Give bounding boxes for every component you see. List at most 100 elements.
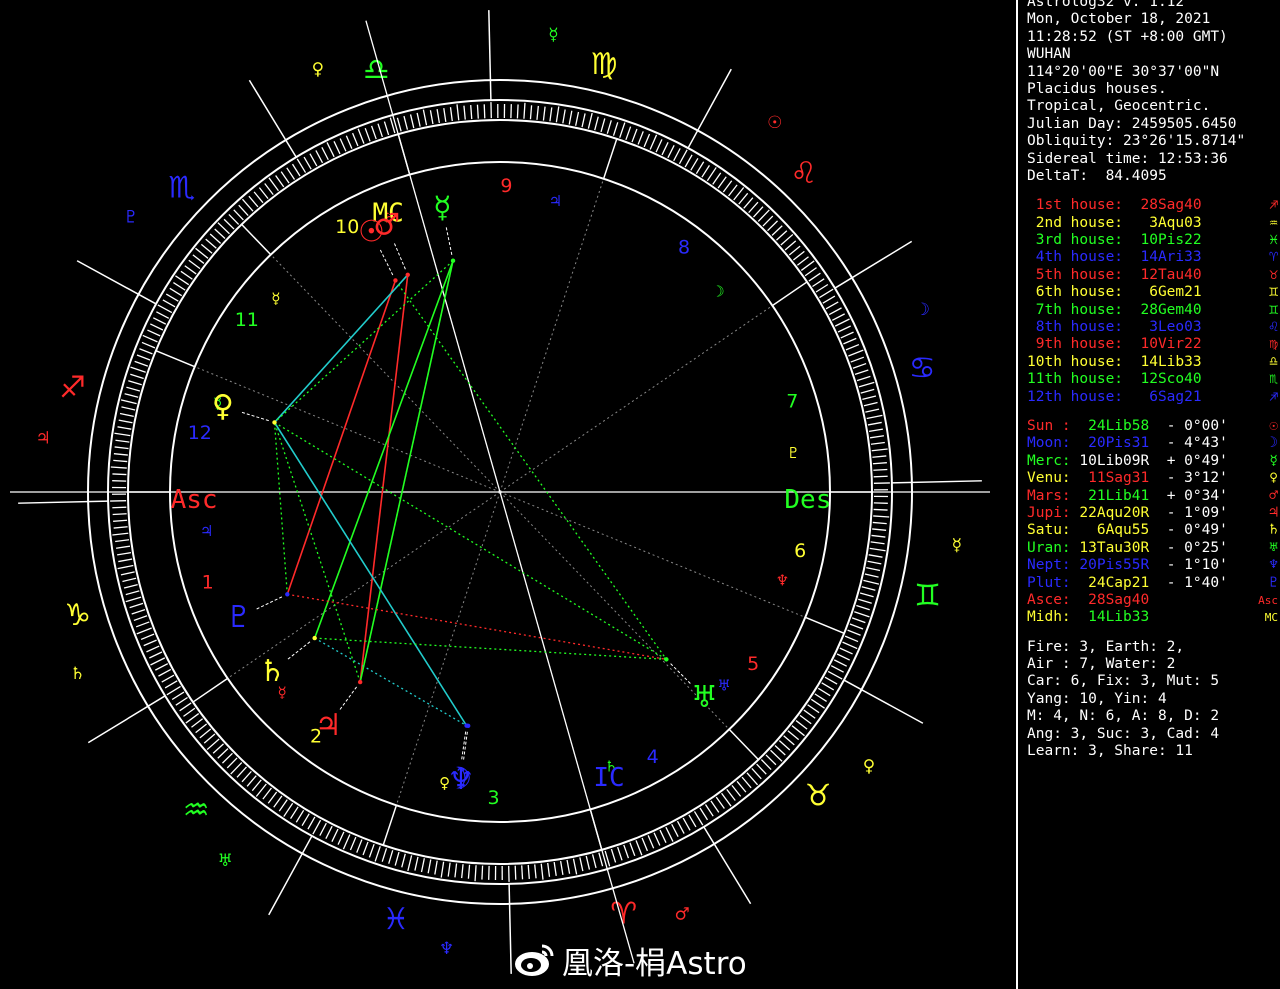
degree-tick xyxy=(113,519,128,522)
degree-tick xyxy=(230,762,243,775)
house-label: 2nd house: xyxy=(1027,214,1124,231)
degree-tick xyxy=(166,685,181,696)
degree-tick xyxy=(449,107,453,122)
sign-ruler-icon: ♀ xyxy=(863,757,875,777)
stats-line: Yang: 10, Yin: 4 xyxy=(1027,690,1167,707)
degree-tick xyxy=(262,787,272,800)
house-row: 7th house: 28Gem40 ♊ xyxy=(1027,302,1280,319)
degree-tick xyxy=(833,659,848,667)
house-sublord-icon: ♅ xyxy=(717,676,730,694)
planet-jupiter-icon: ♃ xyxy=(315,708,342,743)
degree-tick xyxy=(872,462,887,465)
sign-icon: ♎ xyxy=(1269,353,1278,370)
degree-tick xyxy=(521,865,524,880)
house-label: 1st house: xyxy=(1027,197,1124,214)
house-row: 1st house: 28Sag40 ♐ xyxy=(1027,197,1280,214)
house-value: 14Lib33 xyxy=(1123,353,1202,370)
degree-tick xyxy=(858,598,872,604)
planet-pointer xyxy=(461,731,467,760)
planet-latitude: - 0°25' xyxy=(1157,539,1228,556)
degree-tick xyxy=(286,167,296,180)
degree-tick xyxy=(843,337,857,345)
degree-tick xyxy=(568,110,573,125)
sign-boundary xyxy=(87,695,166,744)
degree-tick xyxy=(731,784,742,797)
degree-tick xyxy=(844,635,859,643)
degree-tick xyxy=(118,419,133,424)
house-number: 9 xyxy=(500,175,512,197)
degree-tick xyxy=(325,825,333,840)
degree-tick xyxy=(825,301,839,310)
degree-tick xyxy=(349,836,357,851)
sign-ruler-icon: ♂ xyxy=(675,904,690,924)
degree-tick xyxy=(301,813,310,827)
degree-tick xyxy=(420,858,425,873)
house-value: 14Ari33 xyxy=(1123,249,1202,266)
degree-tick xyxy=(228,213,240,225)
degree-tick xyxy=(842,641,858,650)
degree-tick xyxy=(155,663,169,671)
degree-tick xyxy=(122,577,137,583)
degree-tick xyxy=(374,846,381,862)
degree-tick xyxy=(514,865,517,880)
house-row: 6th house: 6Gem21 ♊ xyxy=(1027,284,1280,301)
degree-tick xyxy=(427,859,432,874)
house-cusp-dotted xyxy=(499,305,773,493)
degree-tick xyxy=(778,740,791,751)
degree-tick xyxy=(461,864,464,879)
degree-tick xyxy=(112,513,127,516)
degree-tick xyxy=(226,757,238,769)
degree-tick xyxy=(217,222,230,235)
zodiac-sign-icon: ♏ xyxy=(168,171,195,206)
degree-tick xyxy=(164,680,178,689)
degree-tick xyxy=(255,783,267,797)
sign-ruler-icon: ♄ xyxy=(70,664,85,684)
degree-tick xyxy=(812,278,825,288)
planet-latitude: - 0°49' xyxy=(1157,522,1228,539)
planet-marker xyxy=(357,679,363,685)
aspect-line xyxy=(359,260,454,683)
planet-name: Midh: xyxy=(1027,609,1080,626)
planet-row: Moon: 20Pis31 - 4°43' ☽ xyxy=(1027,435,1280,452)
degree-tick xyxy=(784,240,797,251)
house-value: 3Leo03 xyxy=(1123,319,1202,336)
degree-tick xyxy=(409,114,415,129)
degree-tick xyxy=(516,104,519,119)
degree-tick xyxy=(722,180,733,193)
planet-pointer xyxy=(445,227,453,255)
planet-position: 22Aqu20R xyxy=(1079,504,1158,521)
degree-tick xyxy=(808,272,821,282)
planet-marker xyxy=(272,420,277,425)
degree-tick xyxy=(233,209,244,221)
house-row: 5th house: 12Tau40 ♉ xyxy=(1027,267,1280,284)
degree-tick xyxy=(751,768,762,780)
degree-tick xyxy=(807,704,820,714)
house-cusp-line xyxy=(241,223,272,256)
degree-tick xyxy=(115,545,131,549)
degree-tick xyxy=(641,837,649,852)
degree-tick xyxy=(741,776,752,789)
degree-tick xyxy=(123,583,138,589)
degree-tick xyxy=(873,475,888,478)
degree-tick xyxy=(258,187,269,200)
planet-position: 20Pis55R xyxy=(1079,557,1158,574)
house-label: 4th house: xyxy=(1027,249,1124,266)
degree-tick xyxy=(585,855,591,870)
degree-tick xyxy=(795,720,808,730)
degree-tick xyxy=(130,373,144,380)
degree-tick xyxy=(135,621,150,628)
degree-tick xyxy=(746,772,759,786)
ascendant-label: Asc xyxy=(171,485,218,515)
degree-tick xyxy=(810,698,825,709)
planet-icon: ♅ xyxy=(1269,539,1278,556)
degree-tick xyxy=(241,770,252,783)
degree-tick xyxy=(136,627,152,635)
header-line: 11:28:52 (ST +8:00 GMT) xyxy=(1027,28,1228,45)
house-label: 10th house: xyxy=(1027,353,1124,370)
planet-name: Venu: xyxy=(1027,470,1080,487)
degree-tick xyxy=(822,295,836,304)
degree-tick xyxy=(610,848,617,863)
degree-tick xyxy=(156,311,170,319)
degree-tick xyxy=(337,831,345,845)
sign-icon: ♒ xyxy=(1269,214,1278,231)
